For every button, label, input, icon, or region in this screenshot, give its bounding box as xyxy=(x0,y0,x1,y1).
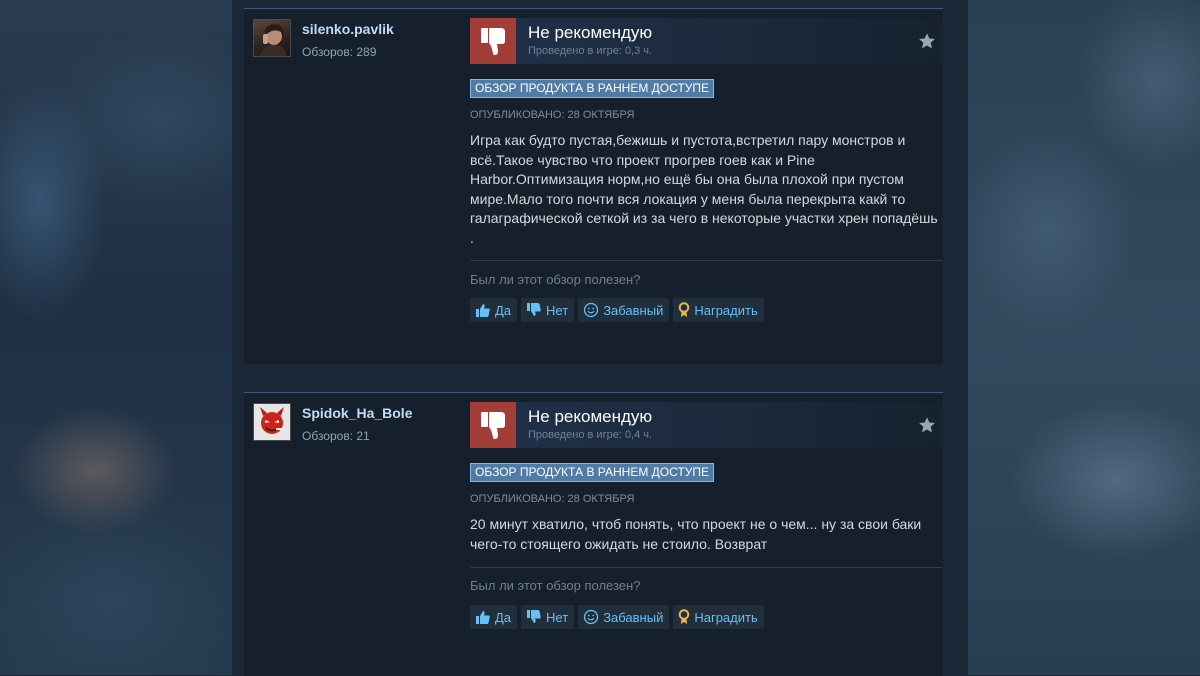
award-button[interactable]: Наградить xyxy=(673,298,764,322)
thumbs-down-icon xyxy=(527,610,541,623)
helpful-question: Был ли этот обзор полезен? xyxy=(470,272,641,287)
vote-funny-button[interactable]: Забавный xyxy=(578,605,670,629)
star-icon[interactable] xyxy=(918,416,936,434)
vote-no-label: Нет xyxy=(546,302,569,318)
star-icon[interactable] xyxy=(918,32,936,50)
review-text: 20 минут хватило, чтоб понять, что проек… xyxy=(470,516,922,552)
thumbs-down-icon xyxy=(481,412,505,439)
thumbs-down-icon xyxy=(527,303,541,316)
author-name[interactable]: Spidok_Ha_Bole xyxy=(302,405,412,421)
vote-funny-label: Забавный xyxy=(603,302,664,318)
review-card: Spidok_Ha_Bole Обзоров: 21 Не рекомендую… xyxy=(244,392,943,676)
smiley-icon xyxy=(584,302,599,318)
review-card: silenko.pavlik Обзоров: 289 Не рекоменду… xyxy=(244,8,943,364)
vote-funny-label: Забавный xyxy=(603,609,664,625)
award-icon xyxy=(679,302,690,317)
rating-buttons: Да Нет Забавный Наградить xyxy=(470,298,764,322)
vote-funny-button[interactable]: Забавный xyxy=(578,298,670,322)
award-label: Наградить xyxy=(694,302,758,318)
review-text: Игра как будто пустая,бежишь и пустота,в… xyxy=(470,132,938,246)
review-count[interactable]: Обзоров: 289 xyxy=(302,45,376,59)
thumbs-down-box xyxy=(470,18,516,64)
divider xyxy=(470,260,942,261)
early-access-badge: ОБЗОР ПРОДУКТА В РАННЕМ ДОСТУПЕ xyxy=(470,463,714,482)
vote-header[interactable]: Не рекомендую Проведено в игре: 0,3 ч. xyxy=(470,18,942,64)
thumbs-up-icon xyxy=(476,611,490,624)
smiley-icon xyxy=(584,609,599,625)
review-verdict: Не рекомендую xyxy=(528,23,653,42)
review-verdict: Не рекомендую xyxy=(528,407,653,426)
posted-date: ОПУБЛИКОВАНО: 28 ОКТЯБРЯ xyxy=(470,493,635,505)
posted-date: ОПУБЛИКОВАНО: 28 ОКТЯБРЯ xyxy=(470,109,635,121)
review-count[interactable]: Обзоров: 21 xyxy=(302,429,370,443)
vote-yes-label: Да xyxy=(495,302,512,318)
author-name[interactable]: silenko.pavlik xyxy=(302,21,394,37)
thumbs-down-box xyxy=(470,402,516,448)
divider xyxy=(470,567,942,568)
avatar[interactable] xyxy=(253,403,291,441)
avatar-portrait-image xyxy=(260,24,287,56)
award-button[interactable]: Наградить xyxy=(673,605,764,629)
vote-header[interactable]: Не рекомендую Проведено в игре: 0,4 ч. xyxy=(470,402,942,448)
vote-no-label: Нет xyxy=(546,609,569,625)
award-label: Наградить xyxy=(694,609,758,625)
vote-yes-button[interactable]: Да xyxy=(470,298,518,322)
thumbs-up-icon xyxy=(476,304,490,317)
award-icon xyxy=(679,609,690,624)
rating-buttons: Да Нет Забавный Наградить xyxy=(470,605,764,629)
vote-no-button[interactable]: Нет xyxy=(521,605,575,629)
background-blur-right xyxy=(968,0,1200,675)
vote-yes-button[interactable]: Да xyxy=(470,605,518,629)
helpful-question: Был ли этот обзор полезен? xyxy=(470,578,641,593)
thumbs-down-icon xyxy=(481,28,505,55)
vote-yes-label: Да xyxy=(495,609,512,625)
vote-no-button[interactable]: Нет xyxy=(521,298,575,322)
background-blur-left xyxy=(0,0,232,675)
playtime: Проведено в игре: 0,4 ч. xyxy=(528,429,653,441)
avatar-devil-image xyxy=(260,407,285,434)
playtime: Проведено в игре: 0,3 ч. xyxy=(528,45,653,57)
early-access-badge: ОБЗОР ПРОДУКТА В РАННЕМ ДОСТУПЕ xyxy=(470,79,714,98)
avatar[interactable] xyxy=(253,19,291,57)
